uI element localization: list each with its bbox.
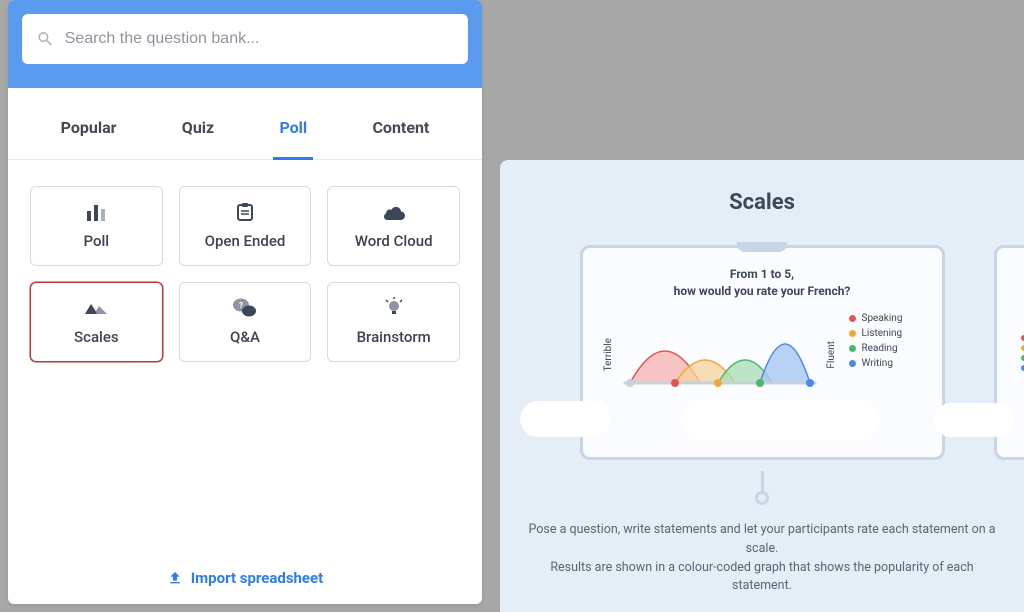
preview-description: Pose a question, write statements and le… <box>500 509 1024 596</box>
axis-label-left: Terrible <box>603 334 614 371</box>
slide-tab-notch <box>737 242 787 252</box>
mountain-icon <box>82 298 110 318</box>
card-label: Scales <box>74 328 119 346</box>
search-input[interactable] <box>65 30 454 48</box>
card-open-ended[interactable]: Open Ended <box>179 186 312 266</box>
card-label: Poll <box>84 232 110 250</box>
preview-title: Scales <box>729 190 795 215</box>
qa-bubbles-icon: ? <box>231 298 259 318</box>
legend-dot-icon <box>849 330 856 337</box>
question-type-panel: Popular Quiz Poll Content Poll Open Ende… <box>8 0 482 604</box>
preview-panel: Scales From 1 to 5, how would you rate y… <box>500 160 1024 612</box>
search-box[interactable] <box>22 14 468 64</box>
tab-poll[interactable]: Poll <box>273 108 313 160</box>
clipboard-icon <box>231 202 259 222</box>
card-brainstorm[interactable]: Brainstorm <box>327 282 460 362</box>
card-qa[interactable]: ? Q&A <box>179 282 312 362</box>
legend-dot-icon <box>849 315 856 322</box>
card-label: Q&A <box>230 328 260 346</box>
legend-dot-icon <box>849 345 856 352</box>
import-footer: Import spreadsheet <box>8 551 482 604</box>
card-word-cloud[interactable]: Word Cloud <box>327 186 460 266</box>
preview-stage: From 1 to 5, how would you rate your Fre… <box>500 245 1024 509</box>
lightbulb-icon <box>380 298 408 318</box>
import-spreadsheet-link[interactable]: Import spreadsheet <box>167 569 323 587</box>
legend-item: Writing <box>849 358 903 369</box>
legend-dot-icon <box>849 360 856 367</box>
slide-stand-icon <box>755 471 769 505</box>
axis-label-right: Fluent <box>826 337 837 369</box>
import-label: Import spreadsheet <box>191 569 323 587</box>
tab-content[interactable]: Content <box>366 108 435 159</box>
legend: Speaking Listening Reading Writing <box>849 313 903 369</box>
legend-item: Reading <box>849 343 903 354</box>
upload-icon <box>167 570 183 586</box>
card-scales[interactable]: Scales <box>30 282 163 362</box>
tab-popular[interactable]: Popular <box>55 108 123 159</box>
card-label: Brainstorm <box>357 328 431 346</box>
search-icon <box>36 29 55 49</box>
tabs: Popular Quiz Poll Content <box>8 88 482 160</box>
card-label: Open Ended <box>205 232 286 250</box>
tab-quiz[interactable]: Quiz <box>176 108 220 159</box>
svg-text:?: ? <box>239 301 243 310</box>
legend-item: Listening <box>849 328 903 339</box>
slide-question: From 1 to 5, how would you rate your Fre… <box>674 266 851 301</box>
card-grid: Poll Open Ended Word Cloud Scales ? Q&A <box>8 160 482 388</box>
legend-item: Speaking <box>849 313 903 324</box>
search-header <box>8 0 482 88</box>
cloud-icon <box>380 202 408 222</box>
chart-row: Terrible <box>603 311 922 395</box>
card-poll[interactable]: Poll <box>30 186 163 266</box>
scales-chart <box>620 311 820 395</box>
cloud-decoration <box>500 391 1024 431</box>
card-label: Word Cloud <box>355 232 433 250</box>
bar-chart-icon <box>82 202 110 222</box>
